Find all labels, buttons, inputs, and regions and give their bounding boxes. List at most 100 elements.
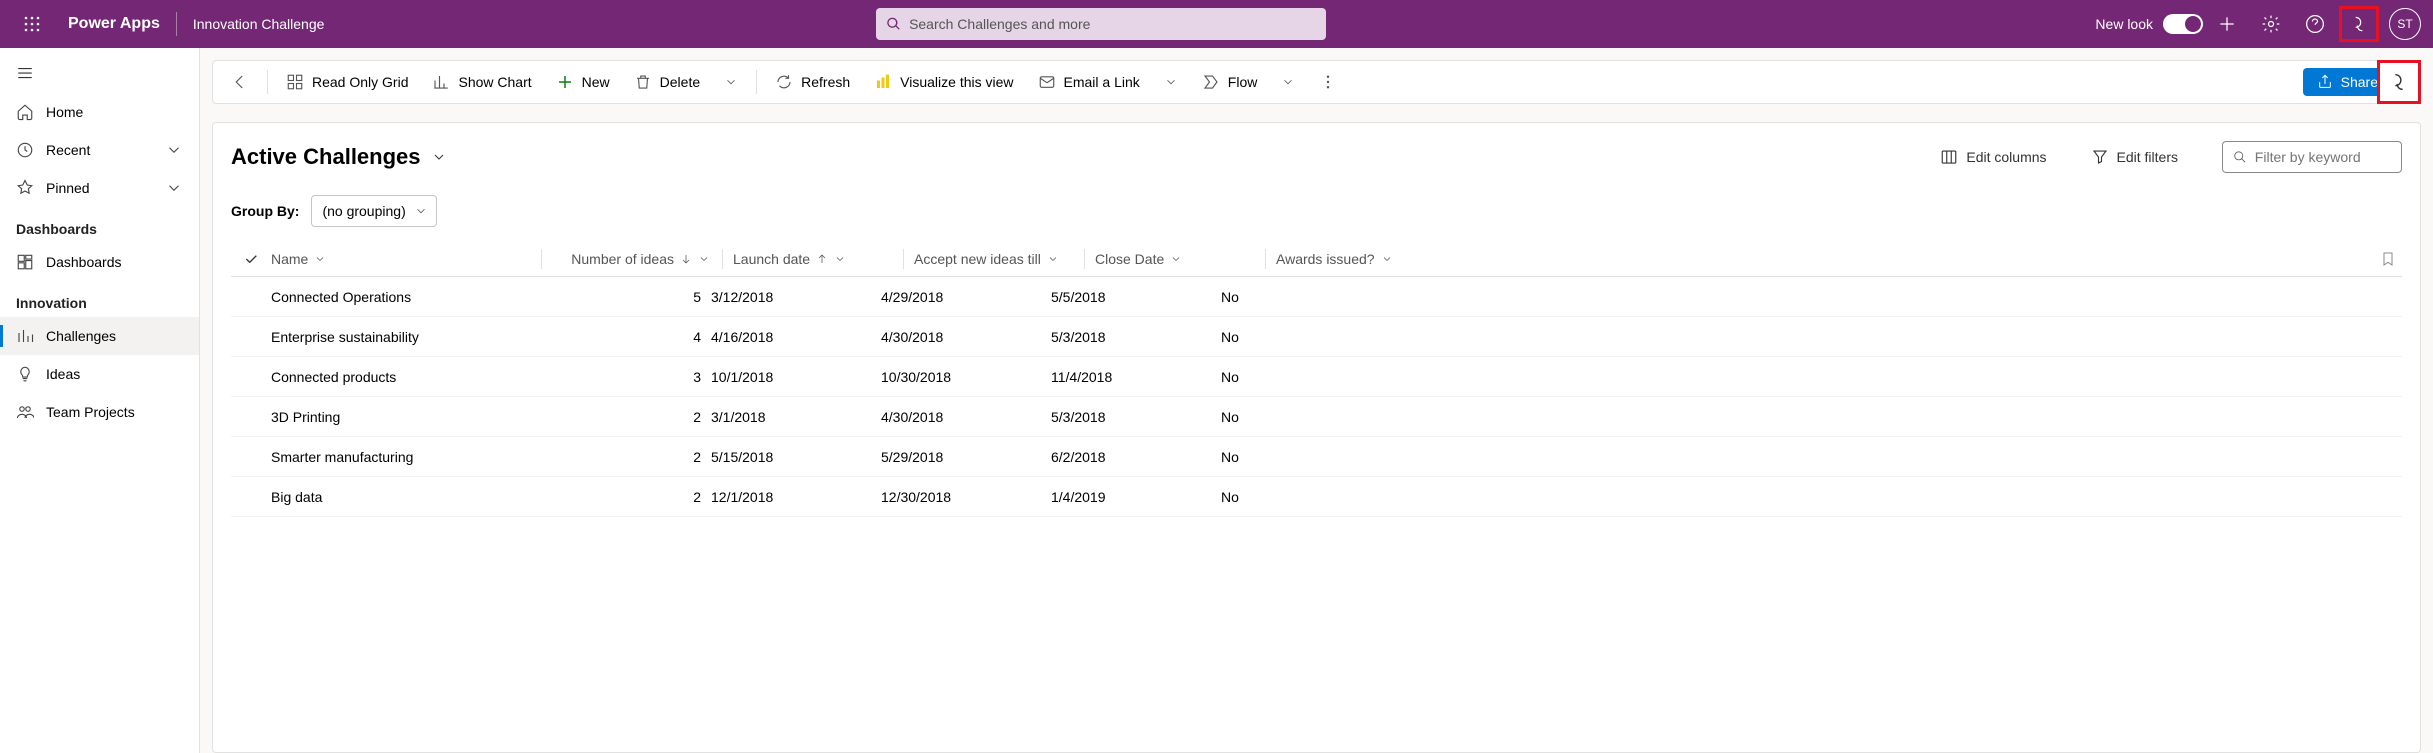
table-row[interactable]: Connected products310/1/201810/30/201811… bbox=[231, 357, 2402, 397]
cmd-label: Visualize this view bbox=[900, 74, 1013, 90]
sidebar-item-label: Ideas bbox=[46, 366, 80, 382]
cmd-refresh[interactable]: Refresh bbox=[765, 67, 860, 97]
link-label: Edit columns bbox=[1966, 149, 2046, 165]
cell-close: 5/3/2018 bbox=[1051, 409, 1221, 425]
cell-awards: No bbox=[1221, 289, 1481, 305]
cmd-label: Share bbox=[2341, 74, 2378, 90]
col-pin-column[interactable] bbox=[1536, 251, 2402, 267]
new-look-toggle[interactable] bbox=[2163, 14, 2203, 34]
app-launcher-button[interactable] bbox=[8, 0, 56, 48]
chevron-down-icon bbox=[314, 253, 326, 265]
cell-launch: 4/16/2018 bbox=[711, 329, 881, 345]
col-header-close[interactable]: Close Date bbox=[1095, 251, 1265, 267]
sidebar-item-team-projects[interactable]: Team Projects bbox=[0, 393, 199, 431]
cell-close: 5/3/2018 bbox=[1051, 329, 1221, 345]
settings-button[interactable] bbox=[2251, 0, 2291, 48]
arrow-left-icon bbox=[231, 73, 249, 91]
cmd-delete-dropdown[interactable] bbox=[714, 69, 748, 95]
user-avatar[interactable]: ST bbox=[2389, 8, 2421, 40]
cell-awards: No bbox=[1221, 369, 1481, 385]
sidebar-item-label: Home bbox=[46, 104, 83, 120]
cmd-visualize[interactable]: Visualize this view bbox=[864, 67, 1023, 97]
cell-accept: 12/30/2018 bbox=[881, 489, 1051, 505]
cell-ideas: 3 bbox=[541, 369, 711, 385]
chevron-down-icon bbox=[414, 204, 428, 218]
trash-icon bbox=[634, 73, 652, 91]
powerbi-icon bbox=[874, 73, 892, 91]
cell-ideas: 2 bbox=[541, 409, 711, 425]
arrow-up-icon bbox=[816, 253, 828, 265]
sidebar-item-challenges[interactable]: Challenges bbox=[0, 317, 199, 355]
global-search[interactable] bbox=[876, 8, 1326, 40]
chart-icon bbox=[432, 73, 450, 91]
col-header-awards[interactable]: Awards issued? bbox=[1276, 251, 1536, 267]
table-row[interactable]: 3D Printing23/1/20184/30/20185/3/2018No bbox=[231, 397, 2402, 437]
sidebar-item-ideas[interactable]: Ideas bbox=[0, 355, 199, 393]
cmd-email-dropdown[interactable] bbox=[1154, 69, 1188, 95]
view-title-text: Active Challenges bbox=[231, 144, 421, 170]
cell-accept: 5/29/2018 bbox=[881, 449, 1051, 465]
cmd-flow-dropdown[interactable] bbox=[1271, 69, 1305, 95]
cmd-delete[interactable]: Delete bbox=[624, 67, 710, 97]
table-row[interactable]: Enterprise sustainability44/16/20184/30/… bbox=[231, 317, 2402, 357]
sidebar-item-label: Dashboards bbox=[46, 254, 122, 270]
plus-icon bbox=[2217, 14, 2237, 34]
columns-icon bbox=[1940, 148, 1958, 166]
sidebar-item-pinned[interactable]: Pinned bbox=[0, 169, 199, 207]
cell-name: Connected Operations bbox=[271, 289, 541, 305]
add-button[interactable] bbox=[2207, 0, 2247, 48]
cell-close: 1/4/2019 bbox=[1051, 489, 1221, 505]
cell-accept: 4/29/2018 bbox=[881, 289, 1051, 305]
search-icon bbox=[886, 16, 901, 32]
back-button[interactable] bbox=[221, 67, 259, 97]
link-label: Edit filters bbox=[2117, 149, 2178, 165]
divider bbox=[176, 12, 177, 36]
cmd-label: Show Chart bbox=[458, 74, 531, 90]
chevron-down-icon bbox=[1047, 253, 1059, 265]
copilot-icon bbox=[2388, 71, 2410, 93]
cmd-new[interactable]: New bbox=[546, 67, 620, 97]
sidebar-item-recent[interactable]: Recent bbox=[0, 131, 199, 169]
view-selector[interactable]: Active Challenges bbox=[231, 144, 447, 170]
cell-name: Enterprise sustainability bbox=[271, 329, 541, 345]
table-row[interactable]: Big data212/1/201812/30/20181/4/2019No bbox=[231, 477, 2402, 517]
cmd-show-chart[interactable]: Show Chart bbox=[422, 67, 541, 97]
cell-launch: 3/12/2018 bbox=[711, 289, 881, 305]
group-by-select[interactable]: (no grouping) bbox=[311, 195, 436, 227]
cell-ideas: 2 bbox=[541, 449, 711, 465]
cell-name: 3D Printing bbox=[271, 409, 541, 425]
cell-ideas: 4 bbox=[541, 329, 711, 345]
cmd-email[interactable]: Email a Link bbox=[1028, 67, 1150, 97]
col-header-name[interactable]: Name bbox=[271, 251, 541, 267]
sidebar-item-dashboards[interactable]: Dashboards bbox=[0, 243, 199, 281]
table-row[interactable]: Smarter manufacturing25/15/20185/29/2018… bbox=[231, 437, 2402, 477]
keyword-filter-input[interactable] bbox=[2255, 149, 2391, 165]
sidebar-collapse-button[interactable] bbox=[0, 56, 199, 93]
lightbulb-icon bbox=[16, 365, 34, 383]
edit-columns-button[interactable]: Edit columns bbox=[1940, 148, 2046, 166]
table-row[interactable]: Connected Operations53/12/20184/29/20185… bbox=[231, 277, 2402, 317]
cmd-overflow[interactable] bbox=[1309, 67, 1347, 97]
sidebar-item-home[interactable]: Home bbox=[0, 93, 199, 131]
gear-icon bbox=[2261, 14, 2281, 34]
col-header-launch[interactable]: Launch date bbox=[733, 251, 903, 267]
copilot-pane-button[interactable] bbox=[2377, 60, 2421, 104]
chevron-down-icon bbox=[431, 149, 447, 165]
keyword-filter[interactable] bbox=[2222, 141, 2402, 173]
col-header-accept[interactable]: Accept new ideas till bbox=[914, 251, 1084, 267]
cmd-flow[interactable]: Flow bbox=[1192, 67, 1268, 97]
help-button[interactable] bbox=[2295, 0, 2335, 48]
cell-accept: 4/30/2018 bbox=[881, 329, 1051, 345]
mail-icon bbox=[1038, 73, 1056, 91]
cell-awards: No bbox=[1221, 489, 1481, 505]
edit-filters-button[interactable]: Edit filters bbox=[2091, 148, 2178, 166]
cmd-label: Email a Link bbox=[1064, 74, 1140, 90]
flow-icon bbox=[1202, 73, 1220, 91]
global-search-input[interactable] bbox=[909, 16, 1316, 32]
cmd-grid-view[interactable]: Read Only Grid bbox=[276, 67, 418, 97]
col-header-ideas[interactable]: Number of ideas bbox=[552, 251, 722, 267]
copilot-header-button[interactable] bbox=[2339, 6, 2379, 42]
select-all-checkbox[interactable] bbox=[231, 251, 271, 267]
cell-accept: 10/30/2018 bbox=[881, 369, 1051, 385]
chevron-down-icon bbox=[834, 253, 846, 265]
